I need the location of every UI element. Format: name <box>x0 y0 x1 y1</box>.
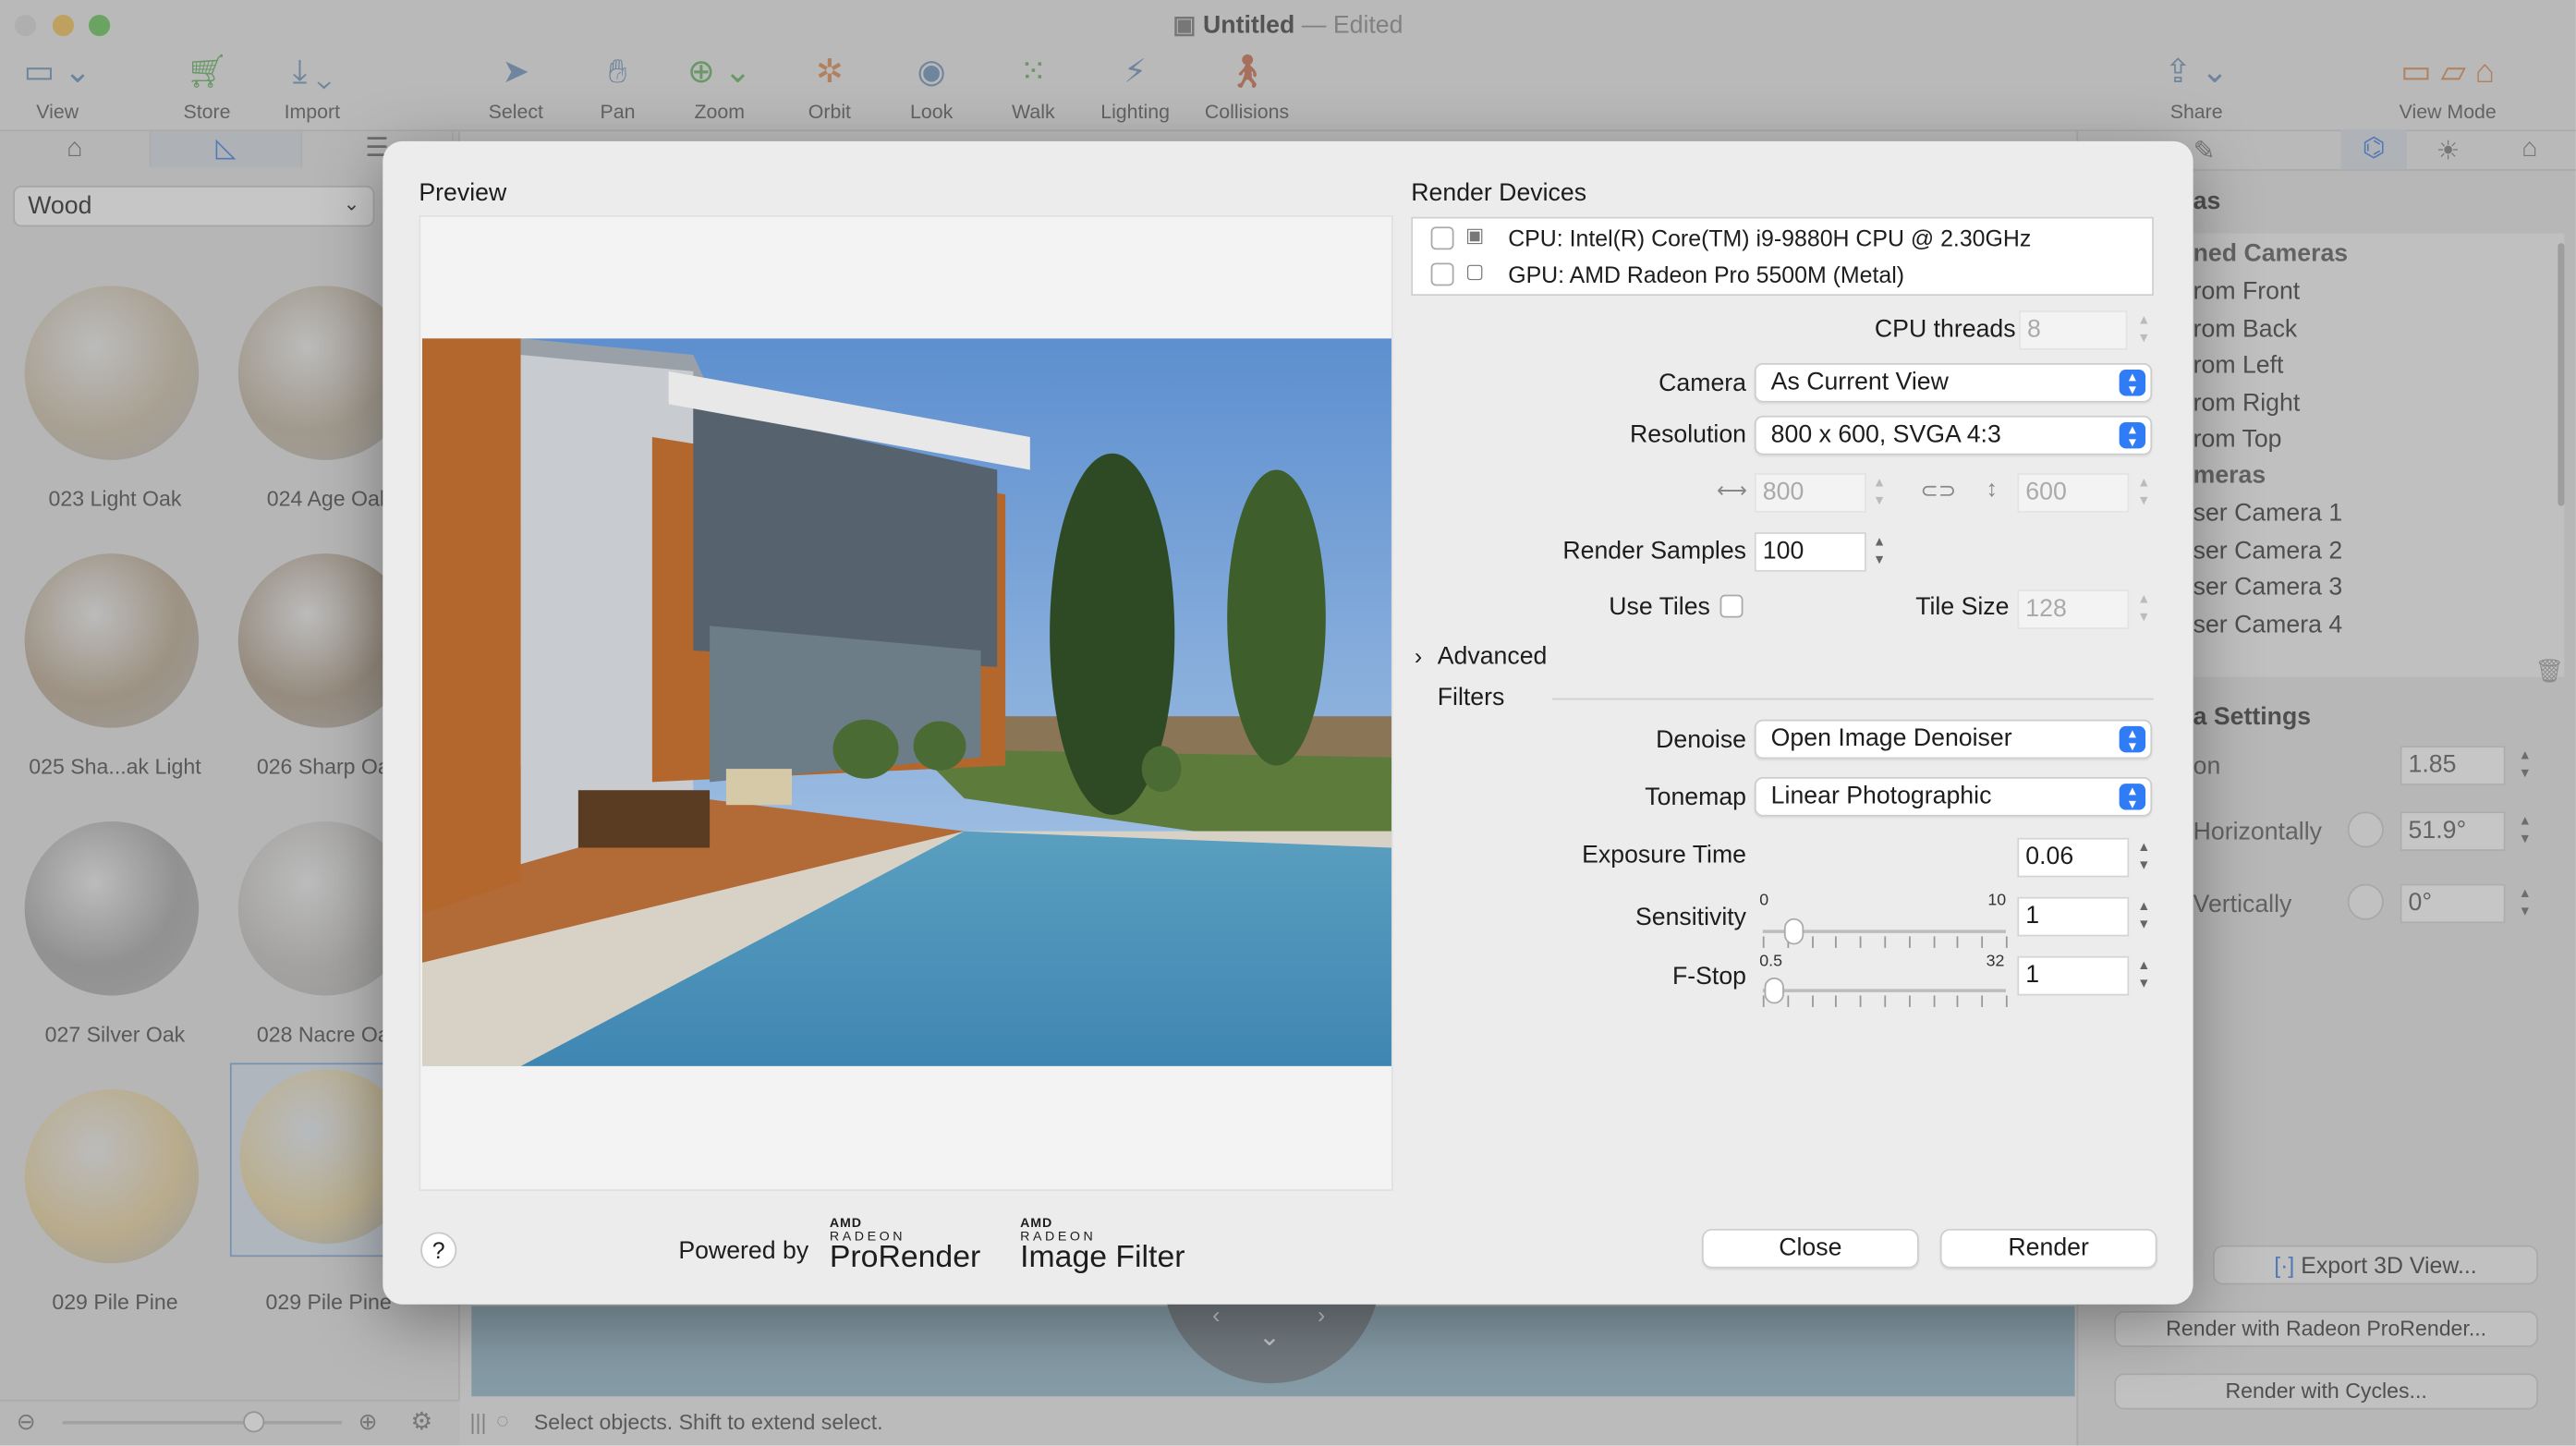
tile-size-field[interactable]: 128 <box>2017 589 2130 629</box>
use-tiles-label: Use Tiles <box>1609 592 1710 622</box>
logo-name: ProRender <box>829 1240 981 1275</box>
tile-size-stepper[interactable]: ▲ ▼ <box>2134 589 2154 629</box>
slider-tick <box>1884 936 1887 948</box>
render-preview-image <box>421 338 1391 1066</box>
tonemap-select[interactable]: Linear Photographic ▴ ▾ <box>1754 776 2153 817</box>
close-button[interactable]: Close <box>1702 1228 1919 1269</box>
logo-name: Image Filter <box>1020 1240 1185 1275</box>
cpu-threads-stepper[interactable]: ▲ ▼ <box>2134 310 2154 350</box>
cpu-device-checkbox[interactable] <box>1430 226 1454 250</box>
gpu-chip-icon: ▢ <box>1464 259 1485 283</box>
sensitivity-slider[interactable] <box>1762 917 2008 950</box>
slider-tick <box>1762 936 1765 948</box>
powered-by-label: Powered by <box>678 1236 809 1266</box>
cpu-threads-label: CPU threads <box>1874 315 2016 344</box>
slider-tick <box>1860 995 1862 1007</box>
disclosure-chevron-icon[interactable]: › <box>1415 642 1422 668</box>
preview-title: Preview <box>419 178 507 208</box>
render-devices-list: ▣ CPU: Intel(R) Core(TM) i9-9880H CPU @ … <box>1411 216 2154 297</box>
resolution-select[interactable]: 800 x 600, SVGA 4:3 ▴ ▾ <box>1754 415 2153 456</box>
image-filter-logo: AMD RADEON Image Filter <box>1020 1216 1201 1282</box>
render-button[interactable]: Render <box>1939 1228 2157 1269</box>
resolution-value: 800 x 600, SVGA 4:3 <box>1770 420 2001 449</box>
render-samples-stepper[interactable]: ▲ ▼ <box>1869 532 1889 572</box>
slider-tick <box>1932 995 1935 1007</box>
sensitivity-max: 10 <box>1987 892 2007 911</box>
height-stepper[interactable]: ▲ ▼ <box>2134 473 2154 513</box>
height-icon: ↕ <box>1986 474 1999 502</box>
slider-tick <box>1835 936 1838 948</box>
slider-tick <box>2005 936 2008 948</box>
link-icon[interactable]: ⊂⊃ <box>1920 478 1956 504</box>
help-button[interactable]: ? <box>420 1232 457 1269</box>
slider-tick <box>1932 936 1935 948</box>
width-stepper[interactable]: ▲ ▼ <box>1869 473 1889 513</box>
slider-tick <box>1860 936 1862 948</box>
exposure-time-stepper[interactable]: ▲ ▼ <box>2134 838 2154 878</box>
camera-select[interactable]: As Current View ▴ ▾ <box>1754 362 2153 403</box>
slider-tick <box>1811 936 1814 948</box>
cpu-chip-icon: ▣ <box>1464 223 1485 247</box>
slider-knob[interactable] <box>1783 917 1804 945</box>
width-field[interactable]: 800 <box>1754 473 1866 513</box>
height-field[interactable]: 600 <box>2017 473 2130 513</box>
popup-arrows-icon: ▴ ▾ <box>2119 421 2146 449</box>
slider-tick <box>1835 995 1838 1007</box>
cpu-threads-field[interactable]: 8 <box>2019 310 2128 350</box>
camera-label: Camera <box>1659 370 1747 398</box>
fstop-min: 0.5 <box>1759 953 1782 971</box>
filters-section-label: Filters <box>1437 683 1505 711</box>
fstop-stepper[interactable]: ▲ ▼ <box>2134 956 2154 996</box>
width-icon: ⟷ <box>1717 478 1748 504</box>
popup-arrows-icon: ▴ ▾ <box>2119 725 2146 753</box>
render-samples-field[interactable]: 100 <box>1754 532 1866 572</box>
denoise-value: Open Image Denoiser <box>1770 724 2012 753</box>
gpu-device-label: GPU: AMD Radeon Pro 5500M (Metal) <box>1508 261 1905 288</box>
use-tiles-checkbox[interactable] <box>1719 594 1744 618</box>
slider-track[interactable] <box>1762 989 2006 992</box>
render-dialog: Preview Render Devices ▣ CPU: Intel(R) C… <box>383 140 2193 1305</box>
slider-tick <box>2005 995 2008 1007</box>
slider-tick <box>1908 995 1911 1007</box>
tile-size-label: Tile Size <box>1915 592 2010 622</box>
slider-tick <box>1811 995 1814 1007</box>
exposure-time-label: Exposure Time <box>1582 841 1747 869</box>
fstop-max: 32 <box>1986 953 2005 971</box>
camera-value: As Current View <box>1770 368 1949 396</box>
sensitivity-min: 0 <box>1759 892 1769 911</box>
slider-tick <box>1957 936 1960 948</box>
slider-tick <box>1981 995 1984 1007</box>
render-samples-label: Render Samples <box>1562 537 1747 565</box>
slider-tick <box>1957 995 1960 1007</box>
sensitivity-stepper[interactable]: ▲ ▼ <box>2134 897 2154 937</box>
popup-arrows-icon: ▴ ▾ <box>2119 783 2146 810</box>
denoise-select[interactable]: Open Image Denoiser ▴ ▾ <box>1754 719 2153 759</box>
cpu-device-label: CPU: Intel(R) Core(TM) i9-9880H CPU @ 2.… <box>1508 225 2032 252</box>
slider-tick <box>1884 995 1887 1007</box>
prorender-logo: AMD RADEON ProRender <box>830 1216 994 1282</box>
slider-tick <box>1981 936 1984 948</box>
gpu-device-checkbox[interactable] <box>1430 262 1454 286</box>
slider-tick <box>1787 995 1789 1007</box>
slider-knob[interactable] <box>1764 977 1784 1004</box>
render-devices-title: Render Devices <box>1411 178 1587 208</box>
tonemap-label: Tonemap <box>1645 784 1747 812</box>
tonemap-value: Linear Photographic <box>1770 782 1992 810</box>
slider-tick <box>1908 936 1911 948</box>
fstop-label: F-Stop <box>1671 962 1747 991</box>
exposure-time-field[interactable]: 0.06 <box>2017 837 2130 878</box>
fstop-field[interactable]: 1 <box>2017 955 2130 996</box>
filters-divider <box>1552 698 2154 700</box>
advanced-disclosure[interactable]: Advanced <box>1438 642 1548 670</box>
preview-area <box>419 214 1393 1192</box>
resolution-label: Resolution <box>1629 420 1747 449</box>
fstop-slider[interactable] <box>1762 976 2008 1009</box>
popup-arrows-icon: ▴ ▾ <box>2119 369 2146 396</box>
sensitivity-label: Sensitivity <box>1634 903 1747 932</box>
denoise-label: Denoise <box>1656 725 1747 755</box>
sensitivity-field[interactable]: 1 <box>2017 896 2130 937</box>
